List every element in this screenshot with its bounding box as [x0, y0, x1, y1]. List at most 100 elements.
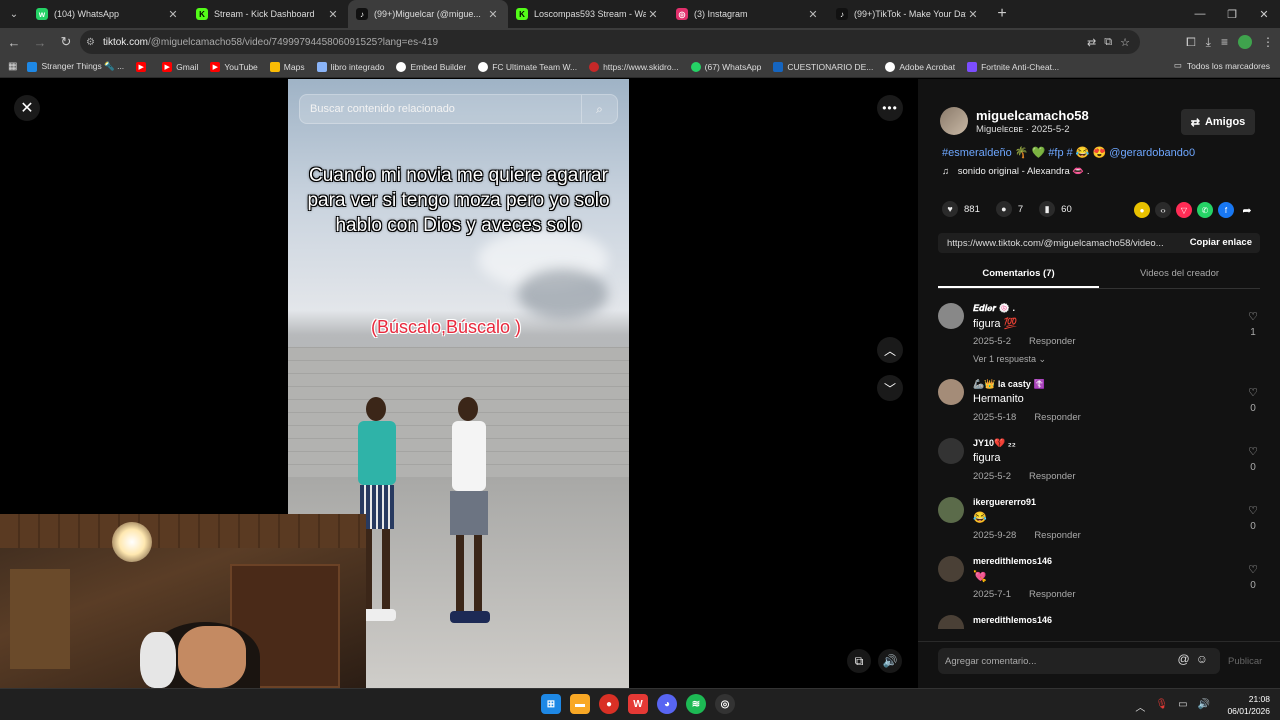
bookmark-adobe-acrobat[interactable]: Adobe Acrobat — [885, 61, 955, 72]
tab-creator-videos[interactable]: Videos del creador — [1099, 263, 1260, 288]
bookmark-whatsapp[interactable]: (67) WhatsApp — [690, 61, 761, 72]
close-tab-icon[interactable]: ✕ — [486, 8, 500, 21]
commenter-name[interactable]: 🦾👑 la casty ☦️ — [973, 379, 1045, 390]
tab-instagram[interactable]: ◎ (3) Instagram ✕ — [668, 0, 828, 28]
commenter-avatar[interactable] — [938, 438, 964, 464]
commenter-name[interactable]: ikerguererro91 — [973, 497, 1036, 507]
bookmark-embed-builder[interactable]: Embed Builder — [396, 61, 466, 72]
close-tab-icon[interactable]: ✕ — [966, 8, 980, 21]
new-tab-button[interactable]: + — [988, 5, 1016, 23]
post-description[interactable]: #esmeraldeño 🌴 💚 #fp # 😂 😍 @gerardobando… — [942, 146, 1195, 159]
sound-info[interactable]: ♫ sonido original - Alexandra 👄 . — [942, 166, 1089, 177]
comment-heart-icon[interactable]: ♡ — [1246, 386, 1260, 399]
close-tab-icon[interactable]: ✕ — [166, 8, 180, 21]
microphone-icon[interactable]: 🎙 — [1155, 699, 1168, 714]
floating-player-icon[interactable]: ⧉ — [847, 649, 871, 673]
site-info-icon[interactable]: ⚙ — [86, 37, 95, 48]
commenter-name[interactable]: 𝑬𝒅𝒊𝒆𝒓 🍥 . — [973, 303, 1015, 314]
chrome-icon[interactable]: ● — [599, 694, 619, 714]
wps-icon[interactable]: W — [628, 694, 648, 714]
comment-heart-icon[interactable]: ♡ — [1246, 310, 1260, 323]
tab-comments[interactable]: Comentarios (7) — [938, 263, 1099, 288]
tab-tiktok[interactable]: ♪ (99+)TikTok - Make Your Day ✕ — [828, 0, 988, 28]
commenter-avatar[interactable] — [938, 556, 964, 582]
reply-button[interactable]: Responder — [1029, 336, 1075, 347]
bookmark-youtube[interactable]: ▶ YouTube — [210, 61, 258, 72]
all-bookmarks[interactable]: ▭ Todos los marcadores — [1174, 60, 1270, 71]
extensions-icon[interactable]: ⧠ — [1186, 35, 1196, 50]
next-video-button[interactable]: ﹀ — [877, 375, 903, 401]
embed-code-icon[interactable]: ‹› — [1155, 202, 1171, 218]
bookmark-stranger-things[interactable]: Stranger Things 🔦 ... — [27, 61, 124, 72]
bookmark-maps[interactable]: Maps — [269, 61, 305, 72]
search-icon[interactable]: ⌕ — [581, 95, 617, 123]
like-button[interactable]: ♥ 881 — [942, 201, 980, 217]
back-icon[interactable]: ← — [2, 30, 26, 54]
commenter-name[interactable]: meredithlemos146 — [973, 615, 1052, 625]
view-replies-link[interactable]: Ver 1 respuesta ⌄ — [973, 354, 1046, 365]
download-icon[interactable]: ⤓ — [1206, 35, 1211, 50]
coin-icon[interactable]: ● — [1134, 202, 1150, 218]
reply-button[interactable]: Responder — [1034, 412, 1080, 423]
tab-tiktok-video[interactable]: ♪ (99+)Miguelcar (@migue... ✕ — [348, 0, 508, 28]
author-username[interactable]: miguelcamacho58 — [976, 108, 1089, 123]
related-search-input[interactable]: Buscar contenido relacionado ⌕ — [299, 94, 618, 124]
bookmark-gmail[interactable]: ▶ Gmail — [162, 61, 198, 72]
copy-link-button[interactable]: Copiar enlace — [1190, 237, 1252, 248]
publish-button[interactable]: Publicar — [1228, 656, 1262, 667]
friends-button[interactable]: ⇄ Amigos — [1181, 109, 1255, 135]
discord-icon[interactable]: ◕ — [657, 694, 677, 714]
reply-button[interactable]: Responder — [1034, 530, 1080, 541]
profile-avatar[interactable] — [1238, 35, 1252, 49]
emoji-icon[interactable]: ☺ — [1196, 652, 1214, 666]
tab-search-icon[interactable]: ⌄ — [0, 0, 28, 28]
menu-icon[interactable]: ⋮ — [1262, 35, 1274, 49]
save-button[interactable]: ▮ 60 — [1039, 201, 1072, 217]
network-icon[interactable]: ▭ — [1178, 699, 1187, 714]
whatsapp-share-icon[interactable]: ✆ — [1197, 202, 1213, 218]
volume-icon[interactable]: 🔊 — [878, 649, 902, 673]
maximize-icon[interactable]: ❐ — [1216, 0, 1248, 28]
windows-start-icon[interactable]: ⊞ — [541, 694, 561, 714]
close-tab-icon[interactable]: ✕ — [326, 8, 340, 21]
bookmark-fc-ultimate[interactable]: FC Ultimate Team W... — [478, 61, 577, 72]
bookmark-youtube-short[interactable]: ▶ — [136, 61, 150, 72]
minimize-icon[interactable]: — — [1184, 0, 1216, 28]
tab-kick-stream[interactable]: K Loscompas593 Stream - Watch ✕ — [508, 0, 668, 28]
reply-button[interactable]: Responder — [1029, 471, 1075, 482]
commenter-name[interactable]: JY10💔 ₂₂ — [973, 438, 1016, 449]
facebook-share-icon[interactable]: f — [1218, 202, 1234, 218]
commenter-avatar[interactable] — [938, 497, 964, 523]
close-tab-icon[interactable]: ✕ — [806, 8, 820, 21]
commenter-avatar[interactable] — [938, 615, 964, 629]
comment-heart-icon[interactable]: ♡ — [1246, 445, 1260, 458]
tab-whatsapp[interactable]: w (104) WhatsApp ✕ — [28, 0, 188, 28]
bookmark-fortnite[interactable]: Fortnite Anti-Cheat... — [967, 61, 1059, 72]
bookmark-star-icon[interactable]: ☆ — [1120, 36, 1130, 49]
tray-expand-icon[interactable]: ︿ — [1135, 699, 1145, 714]
share-arrow-icon[interactable]: ➦ — [1239, 202, 1255, 218]
file-explorer-icon[interactable]: ▬ — [570, 694, 590, 714]
previous-video-button[interactable]: ︿ — [877, 337, 903, 363]
steam-icon[interactable]: ◎ — [715, 694, 735, 714]
reading-list-icon[interactable]: ≡ — [1221, 35, 1228, 49]
forward-icon[interactable]: → — [28, 30, 52, 54]
close-window-icon[interactable]: ✕ — [1248, 0, 1280, 28]
comment-input[interactable]: Agregar comentario... @☺ — [938, 648, 1220, 674]
apps-icon[interactable]: ▦ — [8, 61, 17, 72]
close-tab-icon[interactable]: ✕ — [646, 8, 660, 21]
author-avatar[interactable] — [940, 107, 968, 135]
more-options-icon[interactable]: ••• — [877, 95, 903, 121]
bookmark-skidrow[interactable]: https://www.skidro... — [589, 61, 679, 72]
commenter-avatar[interactable] — [938, 303, 964, 329]
spotify-icon[interactable]: ≋ — [686, 694, 706, 714]
commenter-name[interactable]: meredithlemos146 — [973, 556, 1052, 566]
comment-button[interactable]: ● 7 — [995, 201, 1023, 217]
reload-icon[interactable]: ↻ — [54, 30, 78, 54]
send-icon[interactable]: ▽ — [1176, 202, 1192, 218]
commenter-avatar[interactable] — [938, 379, 964, 405]
mention-icon[interactable]: @ — [1178, 652, 1196, 666]
bookmark-libro[interactable]: libro integrado — [316, 61, 384, 72]
reply-button[interactable]: Responder — [1029, 589, 1075, 600]
bookmark-cuestionario[interactable]: CUESTIONARIO DE... — [773, 61, 873, 72]
